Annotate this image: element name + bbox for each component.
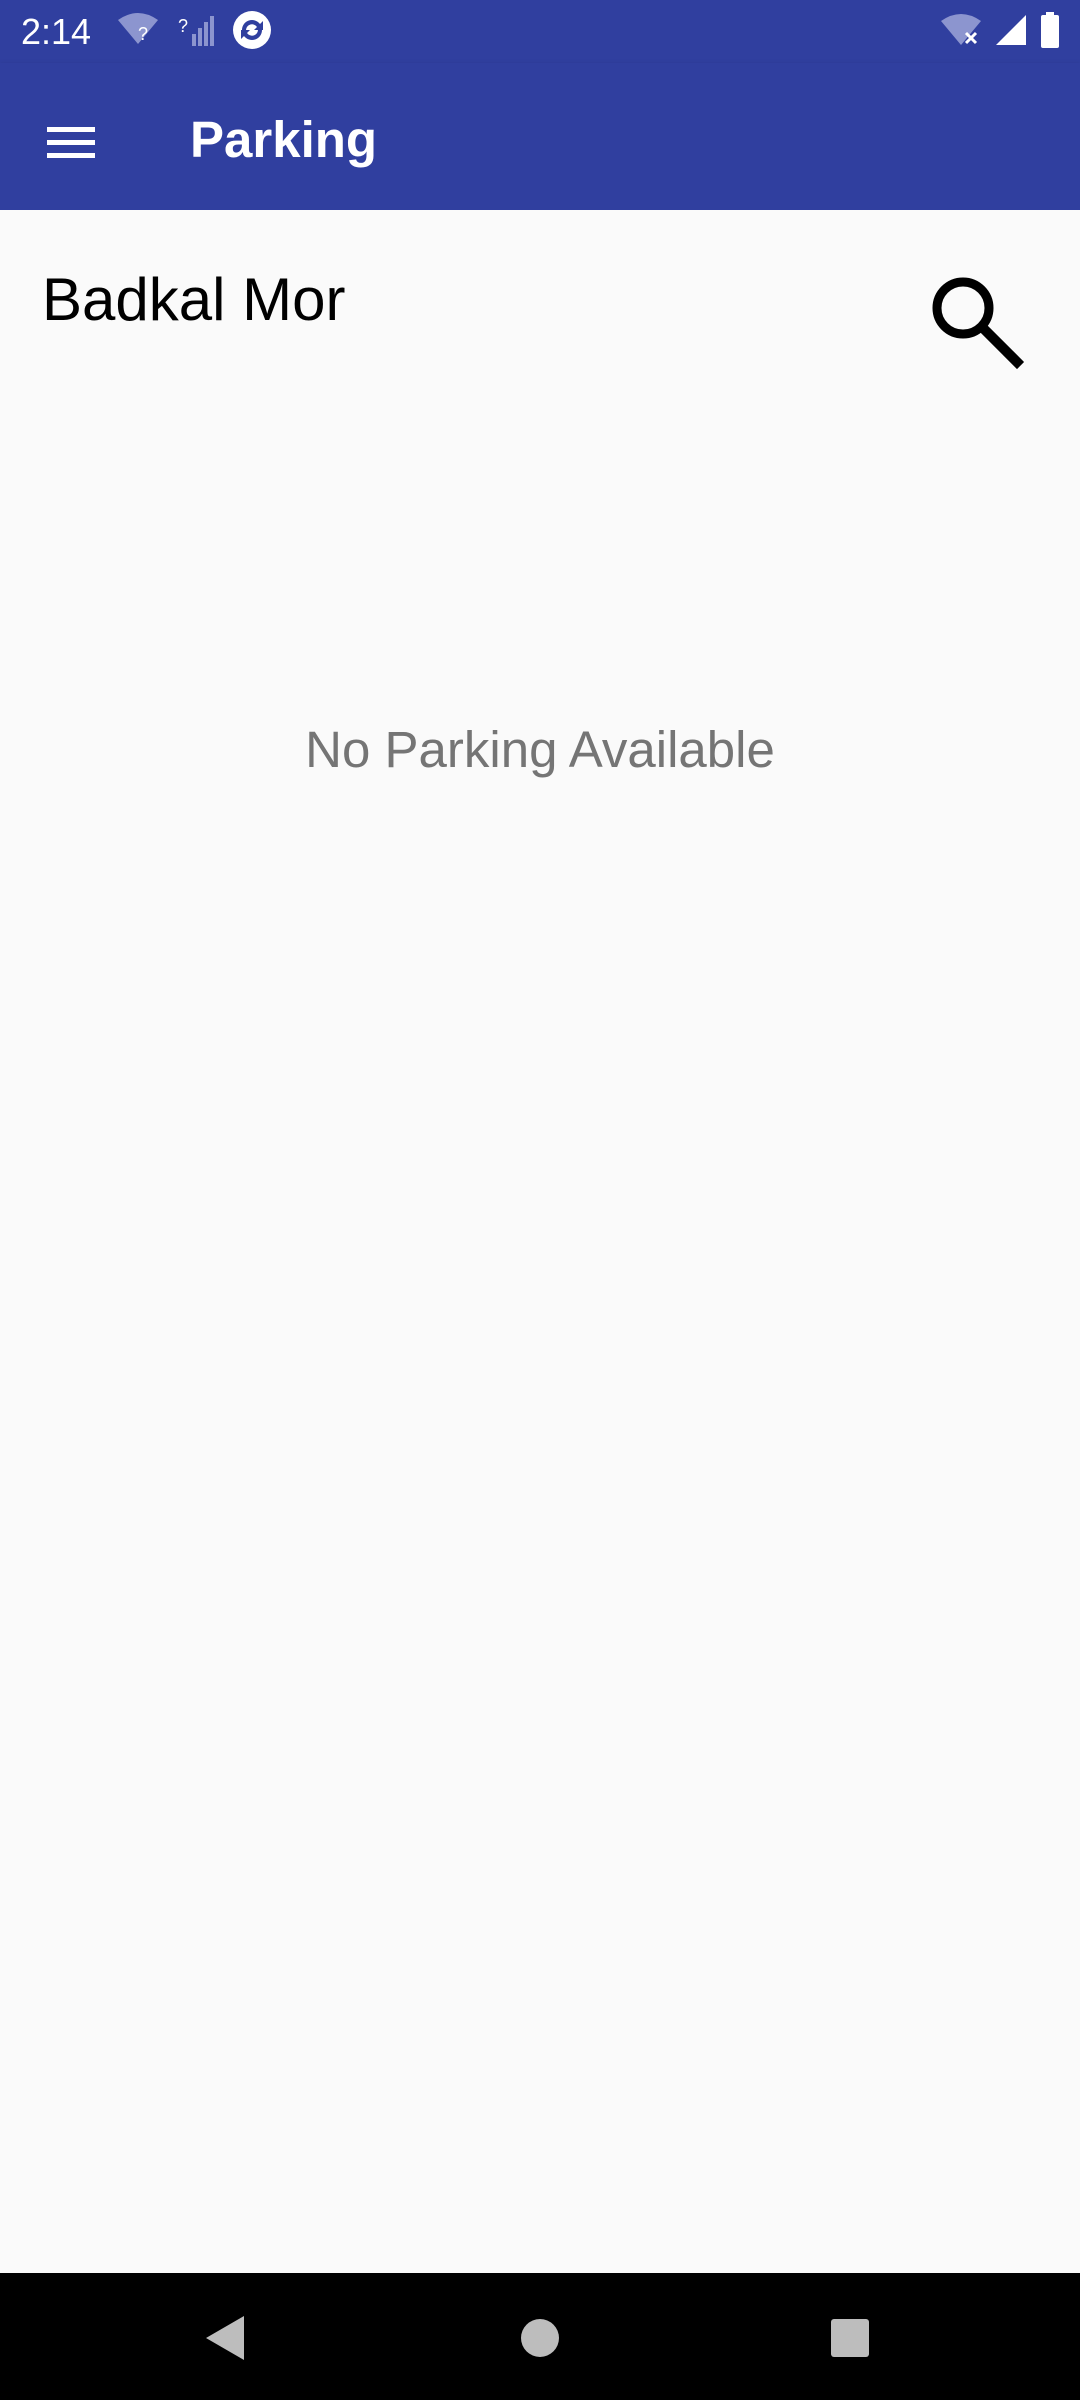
empty-state-message: No Parking Available bbox=[305, 721, 775, 778]
wifi-off-icon bbox=[940, 13, 982, 52]
status-time: 2:14 bbox=[21, 11, 92, 52]
svg-text:?: ? bbox=[138, 24, 148, 44]
status-bar: 2:14 ? ? bbox=[0, 0, 1080, 63]
main-content: Badkal Mor No Parking Available bbox=[0, 210, 1080, 2273]
svg-text:?: ? bbox=[178, 16, 188, 36]
wifi-unknown-icon: ? bbox=[116, 12, 160, 53]
status-icons-left: ? ? bbox=[116, 10, 272, 54]
battery-icon bbox=[1040, 11, 1060, 53]
home-icon[interactable] bbox=[495, 2293, 585, 2383]
page-title: Parking bbox=[190, 111, 378, 168]
cellular-unknown-icon: ? bbox=[178, 12, 214, 53]
back-icon[interactable] bbox=[180, 2293, 270, 2383]
hamburger-menu-icon[interactable] bbox=[30, 101, 114, 185]
signal-icon bbox=[994, 13, 1028, 52]
system-nav-bar bbox=[0, 2273, 1080, 2400]
status-icons-right bbox=[940, 10, 1060, 54]
sync-app-icon bbox=[232, 10, 272, 55]
app-bar: Parking bbox=[0, 63, 1080, 210]
search-icon[interactable] bbox=[910, 255, 1040, 385]
location-name: Badkal Mor bbox=[42, 266, 346, 333]
recents-icon[interactable] bbox=[805, 2293, 895, 2383]
